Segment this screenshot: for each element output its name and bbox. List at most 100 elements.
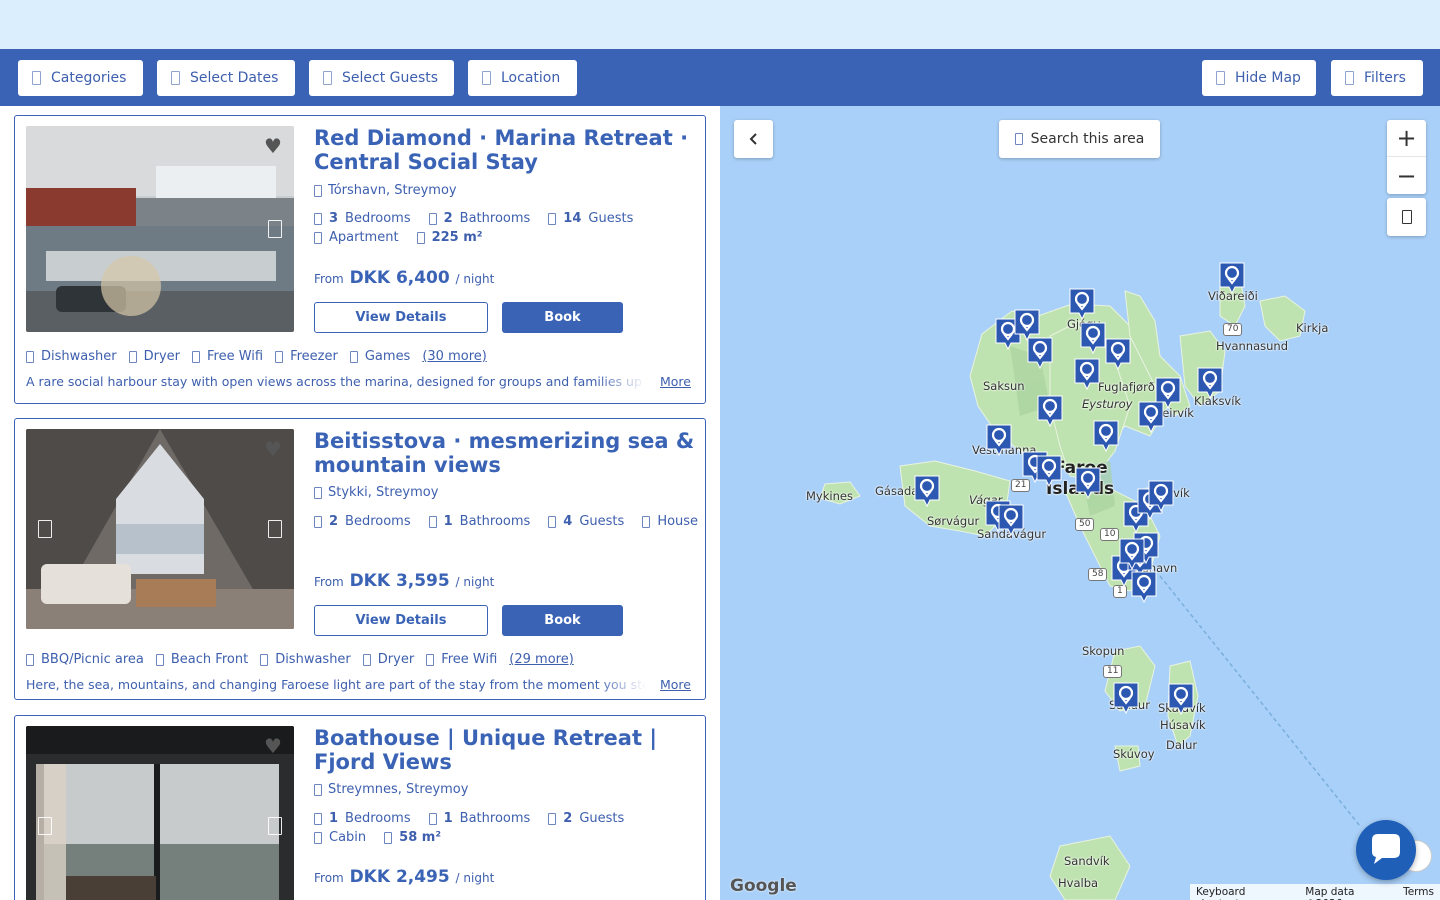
previous-photo-icon[interactable] [38, 520, 52, 538]
amenity-label: Dishwasher [275, 652, 351, 667]
map-pin-icon[interactable] [1130, 570, 1158, 604]
more-amenities-link[interactable]: (29 more) [509, 652, 574, 667]
map-pin-icon[interactable] [1035, 454, 1063, 488]
map-pin-icon[interactable] [1026, 336, 1054, 370]
bathrooms-spec: 1 Bathrooms [428, 514, 530, 529]
description-more-link[interactable]: More [660, 374, 691, 389]
map-pin-icon[interactable] [913, 474, 941, 508]
map-pin-icon[interactable] [1147, 479, 1175, 513]
listing-location: Stykki, Streymoy [314, 485, 438, 500]
area-icon [384, 831, 393, 844]
listing-location: Streymnes, Streymoy [314, 782, 468, 797]
favorite-heart-icon[interactable]: ♥ [262, 136, 284, 156]
amenity-label: Freezer [290, 349, 338, 364]
book-button[interactable]: Book [502, 302, 623, 333]
map-panel[interactable]: Search this area + − Viðareiði Kirkja Hv… [720, 106, 1440, 900]
map-pin-icon[interactable] [1196, 366, 1224, 400]
guests-spec: 2 Guests [548, 811, 624, 826]
price-amount: DKK 3,595 [349, 571, 450, 591]
price-unit: / night [455, 575, 495, 589]
type-label: Apartment [329, 230, 399, 245]
price-from: From [314, 575, 344, 589]
fullscreen-icon [1401, 210, 1412, 224]
google-logo: Google [730, 876, 797, 896]
search-this-area-button[interactable]: Search this area [999, 120, 1160, 158]
map-pin-icon[interactable] [1079, 321, 1107, 355]
filters-icon [1345, 71, 1354, 85]
home-icon [314, 831, 322, 844]
map-label: Saksun [983, 379, 1025, 393]
book-button[interactable]: Book [502, 605, 623, 636]
keyboard-shortcuts-link[interactable]: Keyboard shortcuts [1196, 886, 1293, 900]
listing-card[interactable]: ♥ Beitisstova · mesmerizing sea & mounta… [14, 418, 706, 700]
bed-icon [314, 212, 322, 225]
map-pin-icon[interactable] [1118, 537, 1146, 571]
filters-button[interactable]: Filters [1331, 60, 1423, 96]
map-pin-icon[interactable] [1112, 681, 1140, 715]
guests-spec: 14 Guests [548, 211, 633, 226]
map-pin-icon[interactable] [1137, 400, 1165, 434]
select-dates-button[interactable]: Select Dates [157, 60, 295, 96]
map-pin-icon[interactable] [985, 423, 1013, 457]
guests-label: Guests [588, 211, 634, 226]
listing-title[interactable]: Beitisstova · mesmerizing sea & mountain… [314, 429, 699, 477]
location-text: Stykki, Streymoy [328, 485, 439, 500]
guests-icon [548, 212, 557, 225]
next-photo-icon[interactable] [268, 520, 282, 538]
location-pin-icon [314, 486, 322, 499]
zoom-out-button[interactable]: − [1387, 157, 1426, 194]
previous-photo-icon[interactable] [38, 817, 52, 835]
next-photo-icon[interactable] [268, 817, 282, 835]
favorite-heart-icon[interactable]: ♥ [262, 439, 284, 459]
view-details-button[interactable]: View Details [314, 605, 488, 636]
map-pin-icon[interactable] [1218, 261, 1246, 295]
next-photo-icon[interactable] [268, 220, 282, 238]
price-unit: / night [455, 272, 495, 286]
listing-card[interactable]: ♥ Boathouse | Unique Retreat | Fjord Vie… [14, 715, 706, 900]
bathrooms-count: 1 [443, 811, 453, 826]
guests-spec: 4 Guests [548, 514, 624, 529]
area-spec: 225 m² [416, 230, 482, 245]
terms-link[interactable]: Terms [1403, 886, 1434, 898]
map-pin-icon[interactable] [1036, 394, 1064, 428]
map-pin-icon[interactable] [1074, 466, 1102, 500]
categories-button[interactable]: Categories [18, 60, 143, 96]
listing-title[interactable]: Boathouse | Unique Retreat | Fjord Views [314, 726, 699, 774]
bed-icon [314, 515, 322, 528]
listing-photo[interactable]: ♥ [26, 726, 294, 900]
map-land [819, 275, 1361, 900]
map-pin-icon[interactable] [997, 503, 1025, 537]
map-pin-icon[interactable] [1104, 337, 1132, 371]
hide-map-button[interactable]: Hide Map [1202, 60, 1316, 96]
map-pin-icon[interactable] [1068, 287, 1096, 321]
home-icon [642, 515, 651, 528]
listing-results: ♥ Red Diamond · Marina Retreat · Central… [0, 106, 720, 900]
bath-icon [428, 812, 437, 825]
listing-card[interactable]: ♥ Red Diamond · Marina Retreat · Central… [14, 115, 706, 404]
listing-title[interactable]: Red Diamond · Marina Retreat · Central S… [314, 126, 699, 174]
listing-price: From DKK 6,400 / night [314, 268, 494, 288]
location-button[interactable]: Location [468, 60, 577, 96]
amenity: Games [349, 349, 410, 364]
filters-label: Filters [1364, 70, 1406, 86]
chat-button[interactable] [1356, 820, 1416, 880]
zoom-in-button[interactable]: + [1387, 120, 1426, 157]
type-spec: House [642, 514, 698, 529]
price-unit: / night [455, 871, 495, 885]
fullscreen-button[interactable] [1387, 198, 1426, 236]
view-details-button[interactable]: View Details [314, 302, 488, 333]
map-data-text: Map data ©2026 [1305, 886, 1355, 900]
map-pin-icon[interactable] [1073, 357, 1101, 391]
favorite-heart-icon[interactable]: ♥ [262, 736, 284, 756]
collapse-list-button[interactable] [734, 120, 773, 158]
select-guests-button[interactable]: Select Guests [309, 60, 454, 96]
road-shield: 11 [1103, 665, 1123, 678]
listing-photo[interactable]: ♥ [26, 429, 294, 629]
description-more-link[interactable]: More [660, 677, 691, 692]
map-pin-icon[interactable] [1167, 682, 1195, 716]
chevron-left-icon [749, 133, 757, 145]
listing-photo[interactable]: ♥ [26, 126, 294, 332]
more-amenities-link[interactable]: (30 more) [422, 349, 487, 364]
area-value: 58 m² [399, 830, 442, 845]
map-pin-icon[interactable] [1092, 419, 1120, 453]
